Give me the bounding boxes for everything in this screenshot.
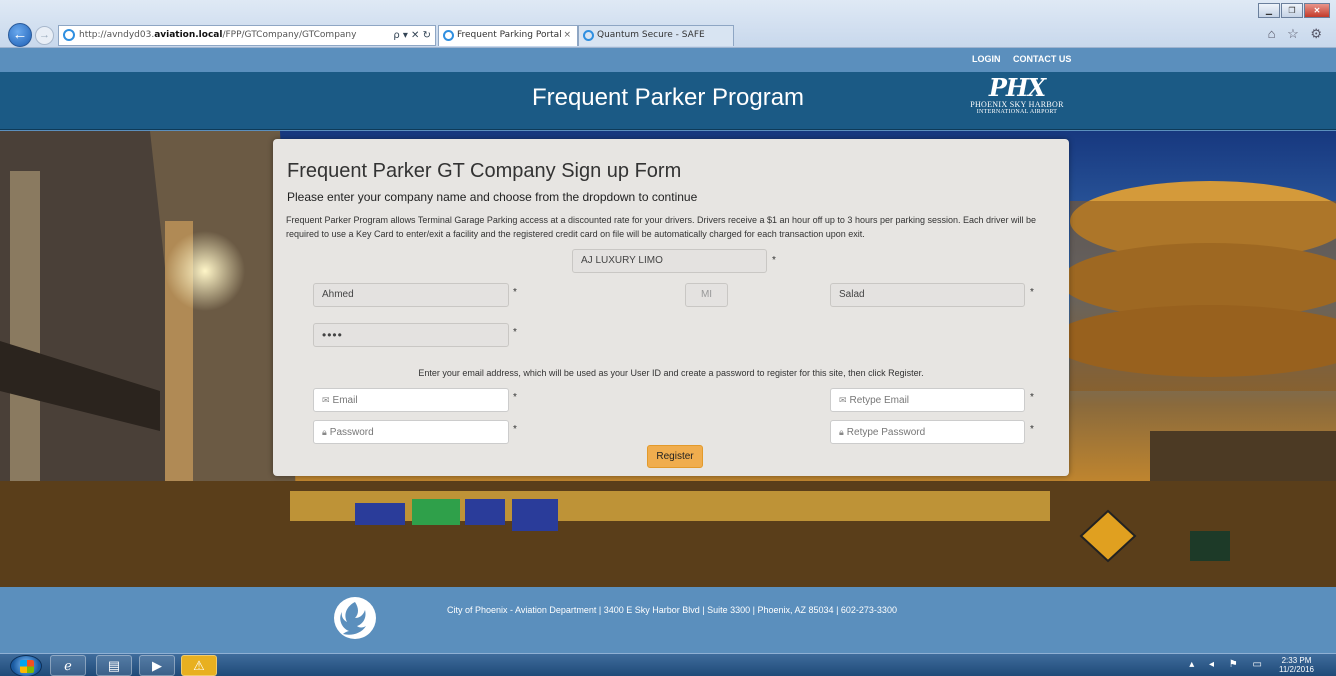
page-title: Frequent Parker Program bbox=[531, 84, 805, 111]
password-placeholder: Password bbox=[329, 427, 374, 438]
last-name-field[interactable]: Salad bbox=[830, 283, 1025, 307]
internet-explorer-icon[interactable]: ℯ bbox=[50, 655, 86, 676]
tab-label: Frequent Parking Portal bbox=[457, 30, 562, 40]
warning-app-icon[interactable]: ⚠ bbox=[181, 655, 217, 676]
email-instructions: Enter your email address, which will be … bbox=[418, 368, 924, 378]
minimize-icon[interactable]: ▁ bbox=[1258, 3, 1280, 18]
retype-password-input[interactable]: 🔒︎ Retype Password bbox=[830, 420, 1025, 444]
retype-email-placeholder: Retype Email bbox=[849, 395, 910, 406]
ie-tab-icon bbox=[443, 30, 454, 41]
window-controls: ▁ ❐ ✕ bbox=[1257, 3, 1330, 18]
url-path: /FPP/GTCompany/GTCompany bbox=[222, 30, 357, 40]
login-link[interactable]: LOGIN bbox=[972, 54, 1001, 64]
windows-taskbar: ℯ ▤ ▶ ⚠ ▴ ◂ ⚑ ▭ 2:33 PM 11/2/2016 bbox=[0, 653, 1336, 676]
media-player-icon[interactable]: ▶ bbox=[139, 655, 175, 676]
email-input[interactable]: ✉ Email bbox=[313, 388, 509, 412]
tab-close-icon[interactable]: × bbox=[563, 26, 571, 45]
site-banner: Frequent Parker Program PHX PHOENIX SKY … bbox=[0, 72, 1336, 130]
retype-password-placeholder: Retype Password bbox=[846, 427, 926, 438]
close-window-icon[interactable]: ✕ bbox=[1304, 3, 1330, 18]
form-title: Frequent Parker GT Company Sign up Form bbox=[287, 160, 682, 182]
ie-page-icon bbox=[63, 29, 75, 41]
signup-form-card: Frequent Parker GT Company Sign up Form … bbox=[273, 139, 1069, 476]
email-placeholder: Email bbox=[332, 395, 358, 406]
address-bar[interactable]: http://avndyd03.aviation.local/FPP/GTCom… bbox=[58, 25, 436, 46]
taskbar-clock[interactable]: 2:33 PM 11/2/2016 bbox=[1279, 656, 1314, 674]
clock-date: 11/2/2016 bbox=[1279, 665, 1314, 674]
envelope-icon: ✉ bbox=[839, 395, 847, 405]
browser-toolbar-icons[interactable]: ⌂ ☆ ⚙ bbox=[1268, 26, 1326, 42]
masked-field[interactable]: •••• bbox=[313, 323, 509, 347]
city-of-phoenix-logo-icon bbox=[334, 597, 376, 639]
phx-logo-line1: PHOENIX SKY HARBOR bbox=[970, 100, 1064, 109]
form-subtitle: Please enter your company name and choos… bbox=[287, 190, 698, 204]
url-domain: aviation.local bbox=[154, 30, 223, 40]
tab-quantum-secure[interactable]: Quantum Secure - SAFE bbox=[578, 25, 734, 46]
clock-time: 2:33 PM bbox=[1281, 656, 1312, 665]
required-marker: * bbox=[1030, 287, 1034, 298]
site-footer: City of Phoenix - Aviation Department | … bbox=[0, 587, 1336, 653]
lock-icon: 🔒︎ bbox=[322, 427, 327, 437]
header-links: LOGIN CONTACT US bbox=[972, 54, 1081, 64]
system-tray-icons[interactable]: ▴ ◂ ⚑ ▭ bbox=[1189, 659, 1268, 670]
phx-logo-line2: INTERNATIONAL AIRPORT bbox=[976, 109, 1058, 115]
top-link-bar: LOGIN CONTACT US bbox=[0, 48, 1336, 72]
phx-logo-mark: PHX bbox=[988, 73, 1046, 102]
url-prefix: http://avndyd03. bbox=[79, 30, 155, 40]
envelope-icon: ✉ bbox=[322, 395, 330, 405]
ie-tab-icon bbox=[583, 30, 594, 41]
browser-chrome: ← → http://avndyd03.aviation.local/FPP/G… bbox=[0, 0, 1336, 48]
required-marker: * bbox=[1030, 424, 1034, 435]
password-input[interactable]: 🔒︎ Password bbox=[313, 420, 509, 444]
start-button-icon[interactable] bbox=[10, 655, 42, 676]
address-tools-icon[interactable]: ρ ▾ ✕ ↻ bbox=[393, 26, 431, 45]
contact-us-link[interactable]: CONTACT US bbox=[1013, 54, 1071, 64]
lock-icon: 🔒︎ bbox=[839, 427, 844, 437]
required-marker: * bbox=[513, 424, 517, 435]
required-marker: * bbox=[1030, 392, 1034, 403]
tab-frequent-parking-portal[interactable]: Frequent Parking Portal × bbox=[438, 25, 578, 46]
required-marker: * bbox=[513, 287, 517, 298]
back-button[interactable]: ← bbox=[8, 23, 32, 47]
retype-email-input[interactable]: ✉ Retype Email bbox=[830, 388, 1025, 412]
restore-icon[interactable]: ❐ bbox=[1281, 3, 1303, 18]
register-button[interactable]: Register bbox=[647, 445, 703, 468]
middle-initial-field[interactable]: MI bbox=[685, 283, 728, 307]
first-name-field[interactable]: Ahmed bbox=[313, 283, 509, 307]
file-explorer-icon[interactable]: ▤ bbox=[96, 655, 132, 676]
required-marker: * bbox=[772, 255, 776, 266]
program-description: Frequent Parker Program allows Terminal … bbox=[286, 215, 1037, 239]
required-marker: * bbox=[513, 392, 517, 403]
tab-label: Quantum Secure - SAFE bbox=[597, 30, 705, 40]
footer-address: City of Phoenix - Aviation Department | … bbox=[447, 605, 897, 615]
required-marker: * bbox=[513, 327, 517, 338]
phx-logo[interactable]: PHX PHOENIX SKY HARBOR INTERNATIONAL AIR… bbox=[962, 76, 1072, 116]
company-select[interactable]: AJ LUXURY LIMO bbox=[572, 249, 767, 273]
forward-button[interactable]: → bbox=[35, 26, 54, 45]
